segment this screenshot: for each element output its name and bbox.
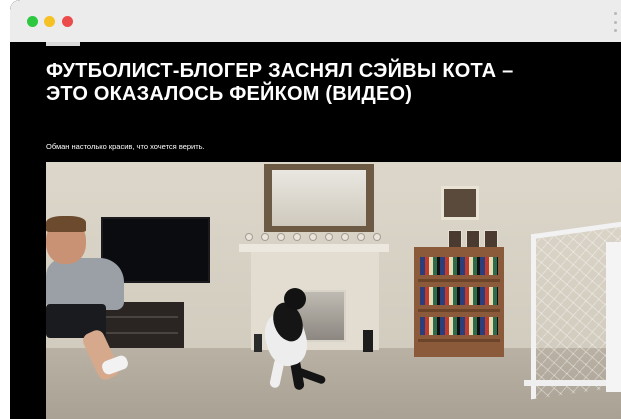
article-video[interactable] bbox=[46, 162, 621, 419]
video-scene-goal-post bbox=[606, 242, 621, 392]
article-headline: ФУТБОЛИСТ-БЛОГЕР ЗАСНЯЛ СЭЙВЫ КОТА – ЭТО… bbox=[46, 60, 514, 105]
video-scene-picture-frame bbox=[441, 186, 479, 220]
section-accent-bar bbox=[46, 42, 80, 46]
browser-window: ФУТБОЛИСТ-БЛОГЕР ЗАСНЯЛ СЭЙВЫ КОТА – ЭТО… bbox=[10, 0, 621, 419]
video-scene-player-body bbox=[46, 258, 124, 310]
video-scene-player-hair bbox=[46, 216, 86, 232]
video-scene-lantern bbox=[363, 330, 373, 352]
video-scene-photos bbox=[448, 230, 500, 248]
video-scene-mirror bbox=[264, 164, 374, 232]
window-close-button[interactable] bbox=[62, 16, 73, 27]
window-minimize-button[interactable] bbox=[44, 16, 55, 27]
article-subtitle: Обман настолько красив, что хочется вери… bbox=[46, 142, 205, 151]
video-scene-mantel bbox=[239, 244, 389, 252]
video-scene-cat-head bbox=[284, 288, 306, 310]
window-titlebar bbox=[10, 0, 621, 42]
kebab-menu-icon[interactable] bbox=[613, 12, 617, 32]
video-scene-string-lights bbox=[242, 234, 392, 244]
video-scene-lantern bbox=[254, 334, 262, 352]
video-scene-bookcase bbox=[414, 247, 504, 357]
window-maximize-button[interactable] bbox=[27, 16, 38, 27]
